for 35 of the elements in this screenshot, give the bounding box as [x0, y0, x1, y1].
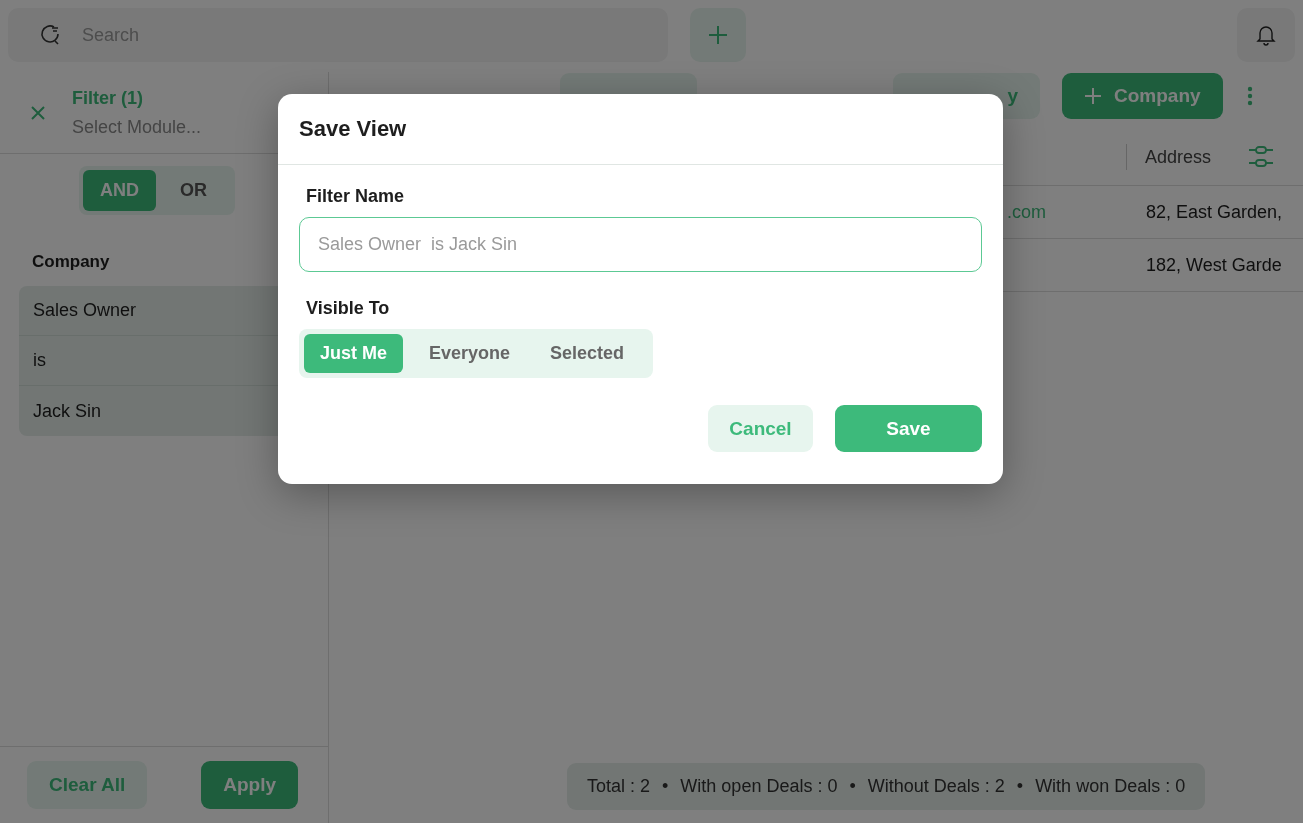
- more-icon[interactable]: [1246, 85, 1253, 106]
- visibility-option[interactable]: Selected: [534, 334, 641, 373]
- sliders-icon[interactable]: [1248, 145, 1274, 169]
- filter-title: Filter (1): [72, 87, 144, 109]
- plus-icon: [1084, 86, 1102, 105]
- module-select[interactable]: Select Module...: [72, 116, 202, 138]
- group-label: Company: [32, 252, 111, 272]
- summary-stat: With won Deals : 0: [1035, 776, 1186, 797]
- visibility-option[interactable]: Everyone: [413, 334, 527, 373]
- save-button[interactable]: Save: [835, 405, 982, 452]
- filter-name-field[interactable]: Sales Owner is Jack Sin: [299, 217, 982, 272]
- notification-button[interactable]: [1237, 8, 1295, 62]
- add-company-button[interactable]: Company: [1062, 72, 1223, 119]
- bell-icon: [1256, 24, 1276, 46]
- search-icon: [38, 23, 62, 47]
- close-icon[interactable]: [30, 104, 46, 121]
- separator-dot: •: [849, 776, 856, 797]
- cancel-button[interactable]: Cancel: [708, 405, 813, 452]
- address-cell: 82, East Garden,: [1146, 201, 1283, 223]
- dialog-title: Save View: [299, 116, 407, 142]
- clear-button[interactable]: Clear All: [27, 761, 148, 809]
- summary-stat: Total : 2: [587, 776, 651, 797]
- field-label: Filter Name: [306, 186, 406, 207]
- separator-dot: •: [662, 776, 669, 797]
- logic-option[interactable]: AND: [83, 170, 156, 211]
- address-cell: 182, West Garde: [1146, 254, 1282, 276]
- summary-stat: With open Deals : 0: [680, 776, 838, 797]
- logic-option[interactable]: OR: [156, 170, 231, 211]
- plus-icon: [707, 24, 729, 46]
- separator-dot: •: [1016, 776, 1024, 797]
- add-button[interactable]: [690, 8, 746, 62]
- column-header: Address: [1145, 146, 1213, 168]
- apply-button[interactable]: Apply: [201, 761, 298, 809]
- summary-stat: Without Deals : 2: [867, 776, 1005, 797]
- visibility-option[interactable]: Just Me: [304, 334, 404, 373]
